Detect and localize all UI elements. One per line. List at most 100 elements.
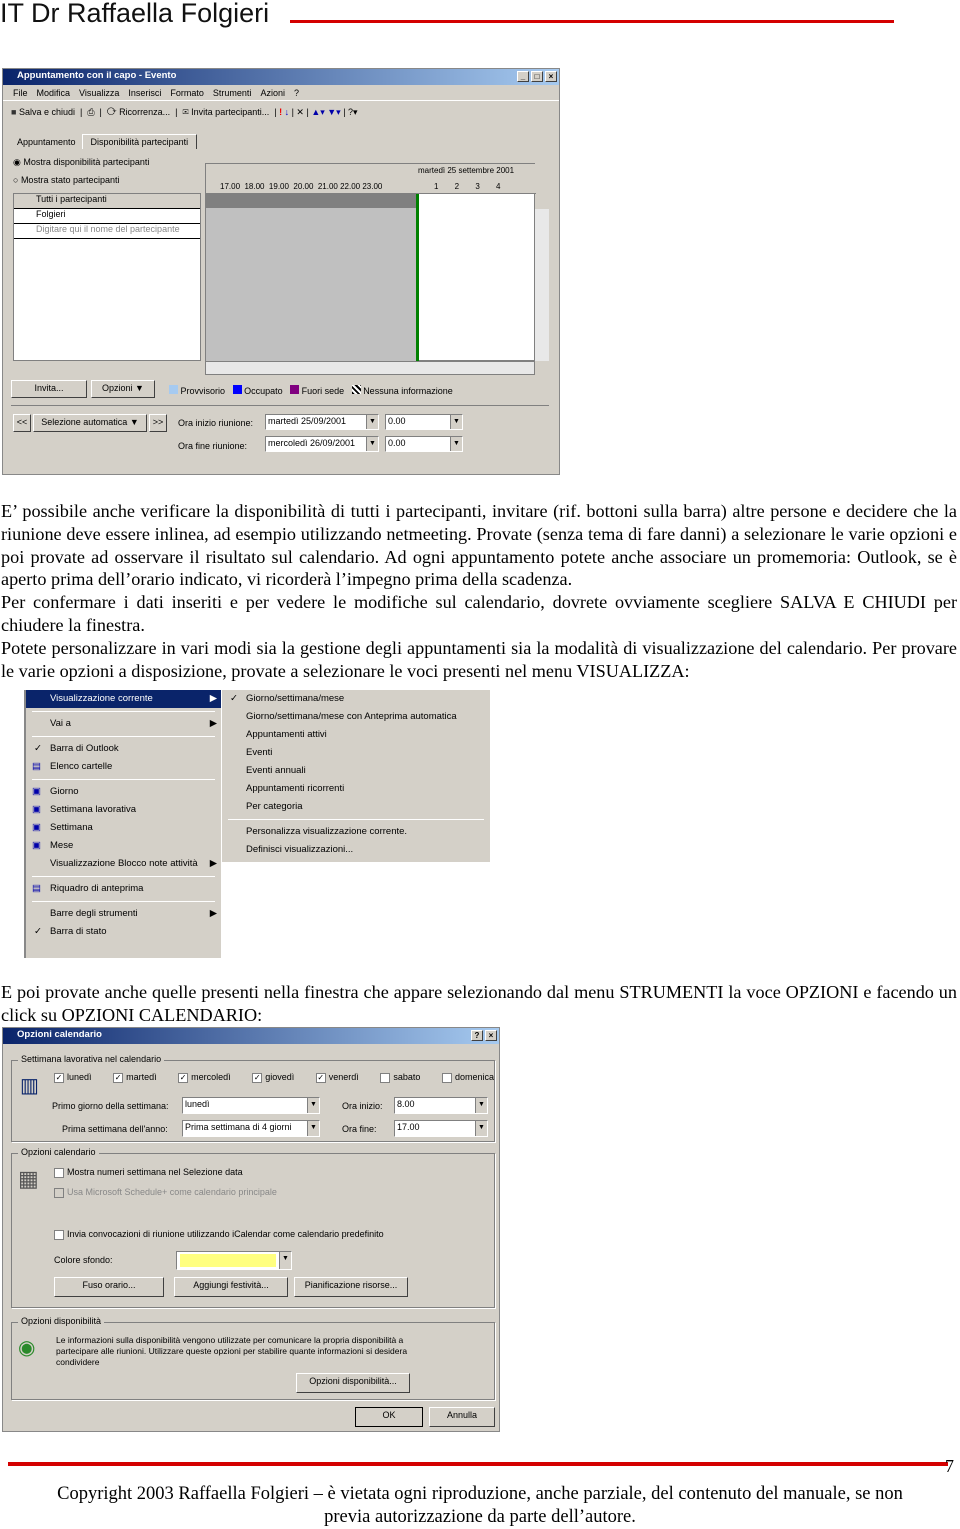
- checkbox-box[interactable]: [441, 1072, 452, 1083]
- submenu-item[interactable]: Eventi annuali: [222, 762, 490, 780]
- menu-item-outlook-bar[interactable]: ✓ Barra di Outlook: [26, 740, 221, 758]
- help-button[interactable]: ?: [471, 1030, 483, 1041]
- menu-insert[interactable]: Inserisci: [128, 88, 161, 98]
- close-button[interactable]: ×: [485, 1030, 497, 1041]
- high-importance-icon[interactable]: !: [279, 107, 282, 117]
- availability-options-button[interactable]: Opzioni disponibilità...: [296, 1373, 410, 1393]
- menu-help[interactable]: ?: [294, 88, 299, 98]
- menu-format[interactable]: Formato: [170, 88, 204, 98]
- add-attendee-input[interactable]: Digitare qui il nome del partecipante: [14, 224, 200, 239]
- next-button[interactable]: >>: [149, 414, 167, 432]
- invite-attendees-button[interactable]: Invita partecipanti...: [191, 107, 269, 117]
- menu-file[interactable]: File: [13, 88, 28, 98]
- dropdown-arrow-icon[interactable]: ▼: [366, 415, 378, 429]
- start-time-field[interactable]: 0.00 ▼: [385, 414, 463, 430]
- menu-item-current-view[interactable]: Visualizzazione corrente ▶: [26, 690, 221, 708]
- autopick-button[interactable]: Selezione automatica ▼: [33, 414, 147, 432]
- maximize-button[interactable]: □: [531, 71, 543, 82]
- low-importance-icon[interactable]: ↓: [285, 107, 290, 117]
- dropdown-arrow-icon[interactable]: ▼: [475, 1098, 487, 1113]
- menu-edit[interactable]: Modifica: [37, 88, 71, 98]
- tab-appointment[interactable]: Appuntamento: [11, 137, 82, 147]
- add-holidays-button[interactable]: Aggiungi festività...: [174, 1277, 288, 1297]
- delete-icon[interactable]: ✕: [296, 107, 304, 117]
- submenu-item[interactable]: Appuntamenti ricorrenti: [222, 780, 490, 798]
- menu-item-day[interactable]: ▣ Giorno: [26, 783, 221, 801]
- checkbox-box[interactable]: ✓: [113, 1072, 124, 1083]
- help-icon[interactable]: ?▾: [348, 107, 358, 117]
- end-time-select[interactable]: 17.00 ▼: [394, 1120, 488, 1137]
- calendar-options-group: Opzioni calendario ▦ Mostra numeri setti…: [11, 1147, 495, 1308]
- dropdown-arrow-icon[interactable]: ▼: [307, 1098, 319, 1113]
- previous-button[interactable]: <<: [13, 414, 31, 432]
- vertical-scrollbar[interactable]: [535, 209, 549, 361]
- start-date-field[interactable]: martedì 25/09/2001 ▼: [265, 414, 379, 430]
- submenu-item[interactable]: Eventi: [222, 744, 490, 762]
- recurrence-button[interactable]: Ricorrenza...: [119, 107, 170, 117]
- menu-item-taskpad-view[interactable]: Visualizzazione Blocco note attività ▶: [26, 855, 221, 873]
- minimize-button[interactable]: _: [517, 71, 529, 82]
- dropdown-arrow-icon[interactable]: ▼: [475, 1121, 487, 1136]
- menu-item-month[interactable]: ▣ Mese: [26, 837, 221, 855]
- menu-item-preview-pane[interactable]: ▤ Riquadro di anteprima: [26, 880, 221, 898]
- horizontal-scrollbar[interactable]: [205, 361, 535, 375]
- checkbox-box[interactable]: ✓: [54, 1072, 64, 1083]
- attendee-row[interactable]: Folgieri: [14, 209, 200, 224]
- menu-item-work-week[interactable]: ▣ Settimana lavorativa: [26, 801, 221, 819]
- day-checkbox[interactable]: ✓ giovedì: [252, 1072, 294, 1083]
- icalendar-checkbox[interactable]: Invia convocazioni di riunione utilizzan…: [54, 1229, 384, 1240]
- first-week-select[interactable]: Prima settimana di 4 giorni ▼: [182, 1120, 320, 1137]
- day-checkbox[interactable]: ✓ mercoledì: [178, 1072, 231, 1083]
- checkbox-box[interactable]: [380, 1072, 391, 1083]
- dropdown-arrow-icon[interactable]: ▼: [366, 437, 378, 451]
- menu-item-folder-list[interactable]: ▤ Elenco cartelle: [26, 758, 221, 776]
- checkbox-box[interactable]: ✓: [178, 1072, 189, 1083]
- submenu-item[interactable]: Giorno/settimana/mese con Anteprima auto…: [222, 708, 490, 726]
- start-time-select[interactable]: 8.00 ▼: [394, 1097, 488, 1114]
- end-time-field[interactable]: 0.00 ▼: [385, 436, 463, 452]
- day-checkbox[interactable]: ✓ martedì: [113, 1072, 157, 1083]
- submenu-item[interactable]: Definisci visualizzazioni...: [222, 841, 490, 859]
- dropdown-arrow-icon[interactable]: ▼: [307, 1121, 319, 1136]
- ok-button[interactable]: OK: [355, 1407, 423, 1427]
- submenu-item[interactable]: ✓ Giorno/settimana/mese: [222, 690, 490, 708]
- close-button[interactable]: ×: [545, 71, 557, 82]
- menu-item-go-to[interactable]: Vai a ▶: [26, 715, 221, 733]
- day-checkbox[interactable]: sabato: [380, 1072, 420, 1083]
- tab-availability[interactable]: Disponibilità partecipanti: [81, 134, 198, 149]
- legend-busy: Occupato: [244, 386, 283, 396]
- previous-item-icon[interactable]: ▲▾: [311, 107, 324, 117]
- dropdown-arrow-icon[interactable]: ▼: [450, 415, 462, 429]
- radio-show-status[interactable]: ○ Mostra stato partecipanti: [13, 175, 120, 185]
- print-icon[interactable]: ⎙: [87, 107, 94, 117]
- submenu-item[interactable]: Per categoria: [222, 798, 490, 816]
- day-checkbox[interactable]: ✓ lunedì: [54, 1072, 92, 1083]
- save-close-button[interactable]: Salva e chiudi: [19, 107, 75, 117]
- background-color-select[interactable]: ▼: [176, 1251, 292, 1270]
- submenu-item[interactable]: Appuntamenti attivi: [222, 726, 490, 744]
- dropdown-arrow-icon[interactable]: ▼: [450, 437, 462, 451]
- options-button[interactable]: Opzioni ▼: [91, 380, 155, 398]
- first-day-select[interactable]: lunedì ▼: [182, 1097, 320, 1114]
- day-checkbox[interactable]: ✓ venerdì: [315, 1072, 359, 1083]
- resource-scheduling-button[interactable]: Pianificazione risorse...: [294, 1277, 408, 1297]
- day-checkbox[interactable]: domenica: [441, 1072, 494, 1083]
- menu-item-toolbars[interactable]: Barre degli strumenti ▶: [26, 905, 221, 923]
- menu-tools[interactable]: Strumenti: [213, 88, 252, 98]
- cancel-button[interactable]: Annulla: [429, 1407, 495, 1427]
- checkbox-box[interactable]: ✓: [315, 1072, 326, 1083]
- menu-actions[interactable]: Azioni: [260, 88, 285, 98]
- menu-item-week[interactable]: ▣ Settimana: [26, 819, 221, 837]
- invite-button[interactable]: Invita...: [11, 380, 87, 398]
- meeting-start-marker[interactable]: [416, 194, 419, 362]
- time-zone-button[interactable]: Fuso orario...: [54, 1277, 164, 1297]
- next-item-icon[interactable]: ▼▾: [327, 107, 340, 117]
- dropdown-arrow-icon[interactable]: ▼: [279, 1252, 291, 1269]
- menu-view[interactable]: Visualizza: [79, 88, 119, 98]
- submenu-item[interactable]: Personalizza visualizzazione corrente.: [222, 823, 490, 841]
- checkbox-box[interactable]: ✓: [252, 1072, 263, 1083]
- end-date-field[interactable]: mercoledì 26/09/2001 ▼: [265, 436, 379, 452]
- radio-show-availability[interactable]: ◉ Mostra disponibilità partecipanti: [13, 157, 149, 168]
- menu-item-status-bar[interactable]: ✓ Barra di stato: [26, 923, 221, 941]
- week-numbers-checkbox[interactable]: Mostra numeri settimana nel Selezione da…: [54, 1167, 243, 1178]
